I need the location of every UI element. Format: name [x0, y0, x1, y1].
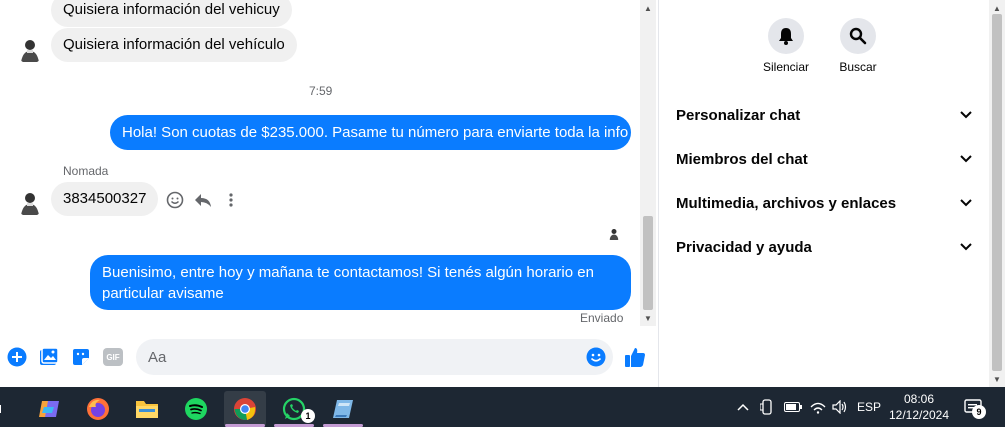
- gif-icon[interactable]: GIF: [102, 346, 124, 368]
- contact-avatar[interactable]: [16, 36, 44, 64]
- message-status: Enviado: [580, 311, 624, 325]
- chat-details-panel: Silenciar Buscar Personalizar chat Miemb…: [659, 0, 989, 387]
- clock-time: 08:06: [903, 392, 935, 406]
- section-customize-chat[interactable]: Personalizar chat: [676, 103, 972, 127]
- taskbar: 1 ESP 08:06 12/12/2024 9: [0, 387, 1005, 427]
- message-composer: GIF: [0, 336, 658, 380]
- emoji-reaction-icon[interactable]: [164, 189, 186, 211]
- chrome-icon[interactable]: [224, 391, 266, 427]
- chat-pane: Quisiera información del vehicuy Quisier…: [0, 0, 658, 387]
- incoming-message[interactable]: Quisiera información del vehículo: [51, 28, 297, 62]
- scroll-up-arrow-icon[interactable]: ▲: [989, 1, 1005, 15]
- taskbar-clock[interactable]: 08:06 12/12/2024: [886, 391, 952, 423]
- search-label: Buscar: [839, 60, 877, 74]
- task-view-icon[interactable]: [0, 391, 10, 427]
- thumbs-up-icon[interactable]: [624, 346, 646, 368]
- file-explorer-icon[interactable]: [126, 391, 168, 427]
- message-timestamp: 7:59: [309, 84, 333, 98]
- mute-label: Silenciar: [762, 60, 810, 74]
- search-icon: [849, 27, 867, 45]
- scroll-down-arrow-icon[interactable]: ▼: [640, 311, 656, 325]
- section-privacy-help[interactable]: Privacidad y ayuda: [676, 235, 972, 259]
- notification-badge: 1: [301, 409, 315, 423]
- bell-icon: [779, 28, 793, 45]
- notifications-icon[interactable]: 9: [960, 397, 988, 419]
- message-input[interactable]: [136, 339, 613, 375]
- input-language[interactable]: ESP: [855, 397, 883, 417]
- add-actions-icon[interactable]: [6, 346, 28, 368]
- whatsapp-icon[interactable]: 1: [273, 391, 315, 427]
- chevron-down-icon: [960, 155, 972, 163]
- sticker-icon[interactable]: [70, 346, 92, 368]
- incoming-message[interactable]: Quisiera información del vehicuy: [51, 0, 292, 27]
- chevron-down-icon: [960, 111, 972, 119]
- reply-icon[interactable]: [192, 189, 214, 211]
- firefox-icon[interactable]: [77, 391, 119, 427]
- incoming-message[interactable]: 3834500327: [51, 182, 159, 216]
- device-icon[interactable]: [758, 397, 776, 417]
- messenger-window: Quisiera información del vehicuy Quisier…: [0, 0, 1005, 427]
- section-media-files-links[interactable]: Multimedia, archivos y enlaces: [676, 191, 972, 215]
- sender-name: Nomada: [63, 164, 109, 178]
- volume-icon[interactable]: [830, 397, 850, 417]
- more-options-icon[interactable]: [220, 189, 242, 211]
- mute-button[interactable]: [768, 18, 804, 54]
- gif-label: GIF: [103, 348, 123, 366]
- photo-icon[interactable]: [38, 346, 60, 368]
- section-label: Miembros del chat: [676, 150, 808, 168]
- notepad-icon[interactable]: [322, 391, 364, 427]
- section-label: Privacidad y ayuda: [676, 238, 812, 256]
- contact-avatar[interactable]: [16, 189, 44, 217]
- chevron-down-icon: [960, 199, 972, 207]
- clock-date: 12/12/2024: [888, 408, 950, 422]
- scroll-up-arrow-icon[interactable]: ▲: [640, 1, 656, 15]
- spotify-icon[interactable]: [175, 391, 217, 427]
- section-chat-members[interactable]: Miembros del chat: [676, 147, 972, 171]
- read-receipt-avatar: [607, 227, 621, 241]
- chat-scroll-thumb[interactable]: [643, 216, 653, 310]
- scroll-down-arrow-icon[interactable]: ▼: [989, 372, 1005, 386]
- outgoing-message[interactable]: Hola! Son cuotas de $235.000. Pasame tu …: [110, 115, 631, 150]
- chevron-down-icon: [960, 243, 972, 251]
- show-hidden-icons-chevron-up-icon[interactable]: [735, 397, 751, 417]
- section-label: Personalizar chat: [676, 106, 801, 124]
- search-button[interactable]: [840, 18, 876, 54]
- battery-icon[interactable]: [783, 397, 803, 417]
- copilot-icon[interactable]: [28, 391, 70, 427]
- emoji-picker-icon[interactable]: [585, 346, 607, 368]
- wifi-icon[interactable]: [808, 397, 828, 417]
- section-label: Multimedia, archivos y enlaces: [676, 194, 897, 212]
- page-scroll-thumb[interactable]: [992, 14, 1002, 371]
- outgoing-message[interactable]: Buenisimo, entre hoy y mañana te contact…: [90, 255, 631, 310]
- notification-count-badge: 9: [972, 405, 986, 419]
